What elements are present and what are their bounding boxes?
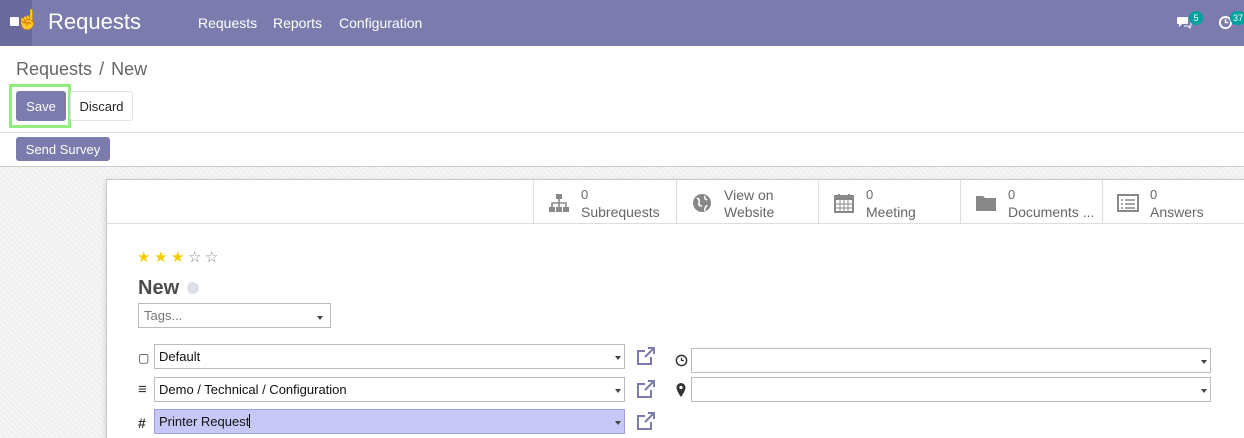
app-brand[interactable]: Requests [48, 9, 141, 35]
star-empty-icon[interactable]: ☆ [188, 250, 205, 265]
meeting-button[interactable]: 0 Meeting [818, 180, 961, 224]
caret-down-icon [317, 316, 323, 320]
bars-icon: ≡ [138, 381, 147, 398]
website-label: Website [724, 204, 775, 220]
breadcrumb: Requests / New [16, 59, 147, 79]
folder-icon [976, 196, 996, 211]
location-select[interactable] [691, 377, 1211, 402]
list-icon [1117, 194, 1139, 212]
stage-value: Default [159, 349, 201, 364]
smart-button-box: 0 Subrequests View on Website 0 Meeting [107, 180, 1244, 224]
tags-placeholder: Tags... [144, 308, 183, 323]
divider [0, 132, 1244, 133]
category-value: Demo / Technical / Configuration [159, 382, 347, 397]
record-title: New [138, 277, 180, 299]
tags-input[interactable]: Tags... [138, 303, 331, 328]
menu-reports[interactable]: Reports [273, 15, 322, 31]
breadcrumb-separator: / [99, 59, 105, 79]
subrequests-label: Subrequests [581, 204, 660, 220]
star-icon[interactable]: ★ [154, 250, 171, 265]
form-sheet: 0 Subrequests View on Website 0 Meeting [106, 179, 1244, 438]
external-link-icon[interactable] [636, 411, 656, 431]
activities-badge: 37 [1230, 11, 1244, 25]
sitemap-icon [549, 194, 569, 212]
meeting-count: 0 [866, 187, 874, 202]
discard-button[interactable]: Discard [70, 91, 133, 121]
category-select[interactable]: Demo / Technical / Configuration [154, 377, 625, 402]
caret-down-icon [1201, 389, 1207, 393]
external-link-icon[interactable] [636, 346, 656, 366]
caret-down-icon [615, 421, 621, 425]
documents-button[interactable]: 0 Documents ... [960, 180, 1103, 224]
text-cursor [249, 414, 251, 428]
website-line1: View on [724, 187, 774, 203]
star-empty-icon[interactable]: ☆ [205, 250, 222, 265]
star-icon[interactable]: ★ [137, 250, 154, 265]
square-icon: ▢ [138, 351, 150, 365]
status-dot[interactable] [187, 282, 199, 294]
menu-requests[interactable]: Requests [198, 15, 257, 31]
top-navbar: ☝ Requests Requests Reports Configuratio… [0, 0, 1244, 46]
send-survey-button[interactable]: Send Survey [16, 137, 110, 161]
calendar-icon [834, 194, 854, 213]
caret-down-icon [615, 356, 621, 360]
answers-label: Answers [1150, 204, 1204, 220]
documents-label: Documents ... [1008, 204, 1095, 220]
messages-badge: 5 [1189, 11, 1203, 25]
answers-button[interactable]: 0 Answers [1102, 180, 1244, 224]
request-type-select[interactable]: Printer Request [154, 409, 625, 434]
subrequests-count: 0 [581, 187, 589, 202]
request-type-value: Printer Request [159, 414, 251, 429]
answers-count: 0 [1150, 187, 1158, 202]
priority-stars: ★ ★ ★ ☆ ☆ [137, 250, 222, 265]
save-button[interactable]: Save [16, 91, 66, 121]
apps-menu-button[interactable]: ☝ [0, 0, 40, 46]
caret-down-icon [615, 389, 621, 393]
hash-icon: # [138, 415, 146, 431]
subrequests-button[interactable]: 0 Subrequests [533, 180, 676, 224]
view-on-website-button[interactable]: View on Website [676, 180, 819, 224]
breadcrumb-current: New [111, 59, 148, 79]
map-marker-icon [676, 383, 686, 397]
stage-select[interactable]: Default [154, 344, 625, 369]
caret-down-icon [1201, 360, 1207, 364]
star-icon[interactable]: ★ [171, 250, 188, 265]
breadcrumb-parent[interactable]: Requests [16, 59, 92, 79]
clock-icon [675, 354, 688, 367]
menu-configuration[interactable]: Configuration [339, 15, 422, 31]
deadline-select[interactable] [691, 348, 1211, 373]
meeting-label: Meeting [866, 204, 916, 220]
external-link-icon[interactable] [636, 379, 656, 399]
documents-count: 0 [1008, 187, 1016, 202]
globe-icon [693, 194, 711, 212]
pointer-hand-icon: ☝ [16, 10, 40, 31]
